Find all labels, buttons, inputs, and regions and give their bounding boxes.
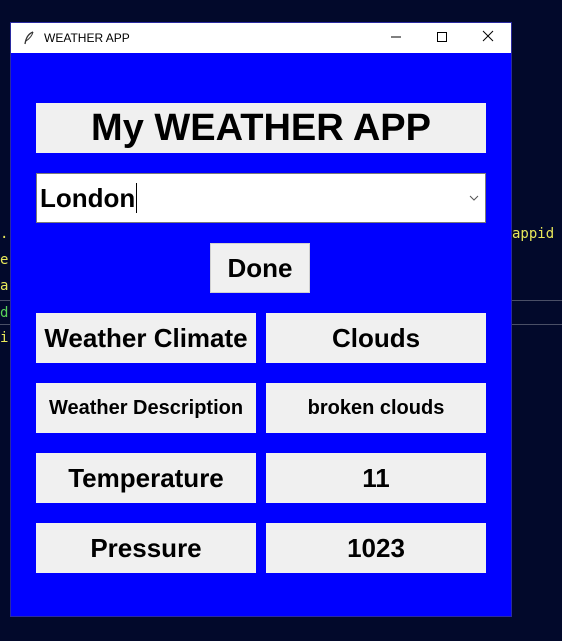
text-cursor	[136, 183, 138, 213]
weather-climate-label: Weather Climate	[36, 313, 256, 363]
pressure-value: 1023	[266, 523, 486, 573]
weather-description-label: Weather Description	[36, 383, 256, 433]
minimize-icon	[391, 29, 401, 47]
close-icon	[482, 29, 494, 47]
close-button[interactable]	[465, 23, 511, 53]
terminal-fragment: .	[0, 226, 9, 242]
city-select-value: London	[40, 182, 136, 213]
terminal-fragment: d	[0, 305, 9, 321]
weather-climate-value: Clouds	[266, 313, 486, 363]
city-select[interactable]: London	[36, 173, 486, 223]
maximize-button[interactable]	[419, 23, 465, 53]
maximize-icon	[437, 29, 447, 47]
terminal-fragment: appid	[512, 226, 555, 242]
chevron-down-icon[interactable]	[465, 174, 483, 222]
weather-description-value: broken clouds	[266, 383, 486, 433]
terminal-fragment: a	[0, 278, 9, 294]
temperature-value: 11	[266, 453, 486, 503]
temperature-label: Temperature	[36, 453, 256, 503]
pressure-label: Pressure	[36, 523, 256, 573]
terminal-fragment: e	[0, 252, 9, 268]
minimize-button[interactable]	[373, 23, 419, 53]
feather-icon	[22, 31, 36, 45]
window-title: WEATHER APP	[44, 31, 130, 45]
terminal-fragment: i	[0, 330, 9, 346]
weather-app-window: WEATHER APP My WEATHER APP London Done W…	[11, 23, 511, 616]
done-button[interactable]: Done	[210, 243, 310, 293]
app-heading: My WEATHER APP	[36, 103, 486, 153]
title-bar[interactable]: WEATHER APP	[11, 23, 511, 53]
